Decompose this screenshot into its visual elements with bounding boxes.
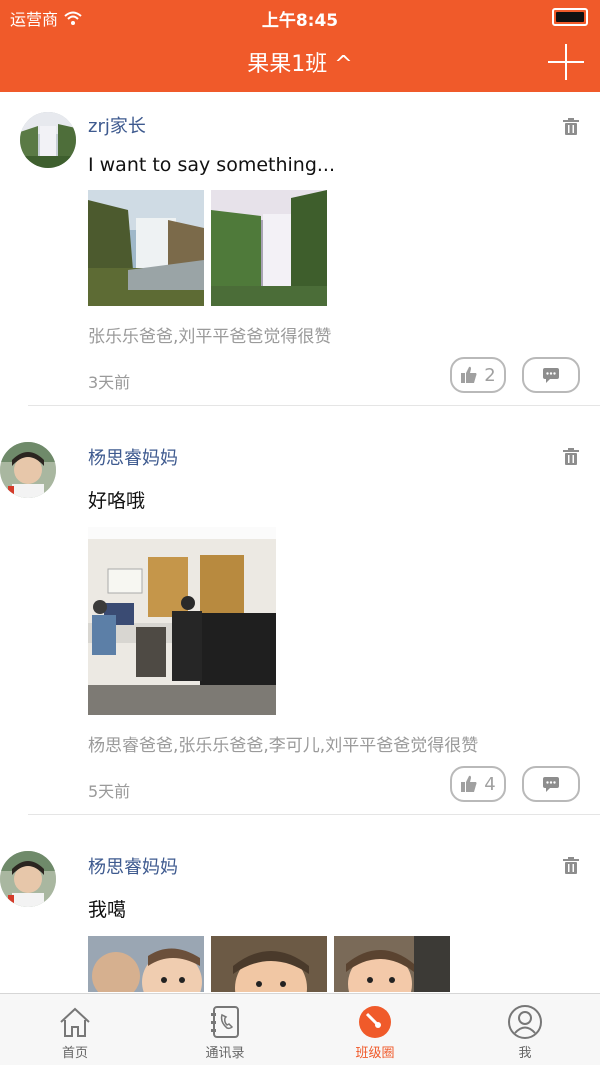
tab-me[interactable]: 我	[450, 994, 600, 1065]
home-icon	[60, 1007, 90, 1037]
feed-post: 杨思睿妈妈 好咯哦 杨思睿爸爸,张乐乐爸爸,李可儿,刘平平爸爸觉得很赞 5天前 …	[0, 405, 600, 814]
tab-contacts[interactable]: 通讯录	[150, 994, 300, 1065]
battery-icon	[552, 8, 588, 26]
like-count: 2	[484, 364, 496, 386]
profile-icon	[508, 1005, 542, 1039]
tab-label: 我	[518, 1046, 532, 1061]
like-button[interactable]: 2	[450, 357, 506, 393]
post-text: 我噶	[88, 899, 127, 921]
comment-icon	[543, 777, 559, 792]
avatar[interactable]	[0, 851, 56, 907]
post-image[interactable]	[88, 527, 276, 715]
trash-icon[interactable]	[562, 118, 580, 136]
post-image[interactable]	[334, 936, 450, 992]
post-images	[88, 190, 580, 306]
post-images	[88, 527, 580, 715]
class-feed[interactable]: zrj家长 I want to say something... 张乐乐爸爸,刘…	[0, 92, 600, 992]
post-meta: 3天前 2	[88, 357, 580, 405]
post-text: 好咯哦	[88, 490, 146, 512]
tab-bar: 首页 通讯录 班级圈 我	[0, 993, 600, 1065]
feed-post: zrj家长 I want to say something... 张乐乐爸爸,刘…	[0, 92, 600, 405]
post-author[interactable]: zrj家长	[88, 112, 580, 138]
avatar[interactable]	[0, 442, 56, 498]
class-circle-icon	[359, 1006, 391, 1038]
likes-summary: 杨思睿爸爸,张乐乐爸爸,李可儿,刘平平爸爸觉得很赞	[88, 736, 479, 756]
post-image[interactable]	[211, 190, 327, 306]
likes-summary: 张乐乐爸爸,刘平平爸爸觉得很赞	[88, 327, 332, 347]
comment-button[interactable]	[522, 357, 580, 393]
thumbs-up-icon	[461, 366, 477, 383]
post-time: 5天前	[88, 782, 131, 801]
comment-icon	[543, 368, 559, 383]
feed-post: 杨思睿妈妈 我噶	[0, 814, 600, 992]
tab-class-circle[interactable]: 班级圈	[300, 994, 450, 1065]
status-bar: 运营商 上午8:45	[0, 0, 600, 34]
post-author[interactable]: 杨思睿妈妈	[88, 853, 580, 879]
post-meta: 5天前 4	[88, 766, 580, 814]
like-button[interactable]: 4	[450, 766, 506, 802]
post-time: 3天前	[88, 373, 131, 392]
post-images	[88, 936, 580, 992]
add-post-button[interactable]	[548, 44, 584, 80]
thumbs-up-icon	[461, 775, 477, 792]
trash-icon[interactable]	[562, 857, 580, 875]
status-time: 上午8:45	[261, 11, 339, 31]
tab-label: 班级圈	[355, 1046, 395, 1061]
tab-label: 通讯录	[205, 1046, 245, 1061]
post-image[interactable]	[88, 936, 204, 992]
tab-label: 首页	[61, 1046, 88, 1061]
tab-home[interactable]: 首页	[0, 994, 150, 1065]
contacts-icon	[211, 1006, 239, 1038]
post-image[interactable]	[88, 190, 204, 306]
like-count: 4	[484, 773, 496, 795]
class-selector-title[interactable]: 果果1班 ^	[0, 46, 600, 78]
post-image[interactable]	[211, 936, 327, 992]
navigation-bar: 果果1班 ^	[0, 34, 600, 92]
trash-icon[interactable]	[562, 448, 580, 466]
comment-button[interactable]	[522, 766, 580, 802]
post-text: I want to say something...	[88, 154, 336, 176]
avatar[interactable]	[20, 112, 76, 168]
post-author[interactable]: 杨思睿妈妈	[88, 444, 580, 470]
